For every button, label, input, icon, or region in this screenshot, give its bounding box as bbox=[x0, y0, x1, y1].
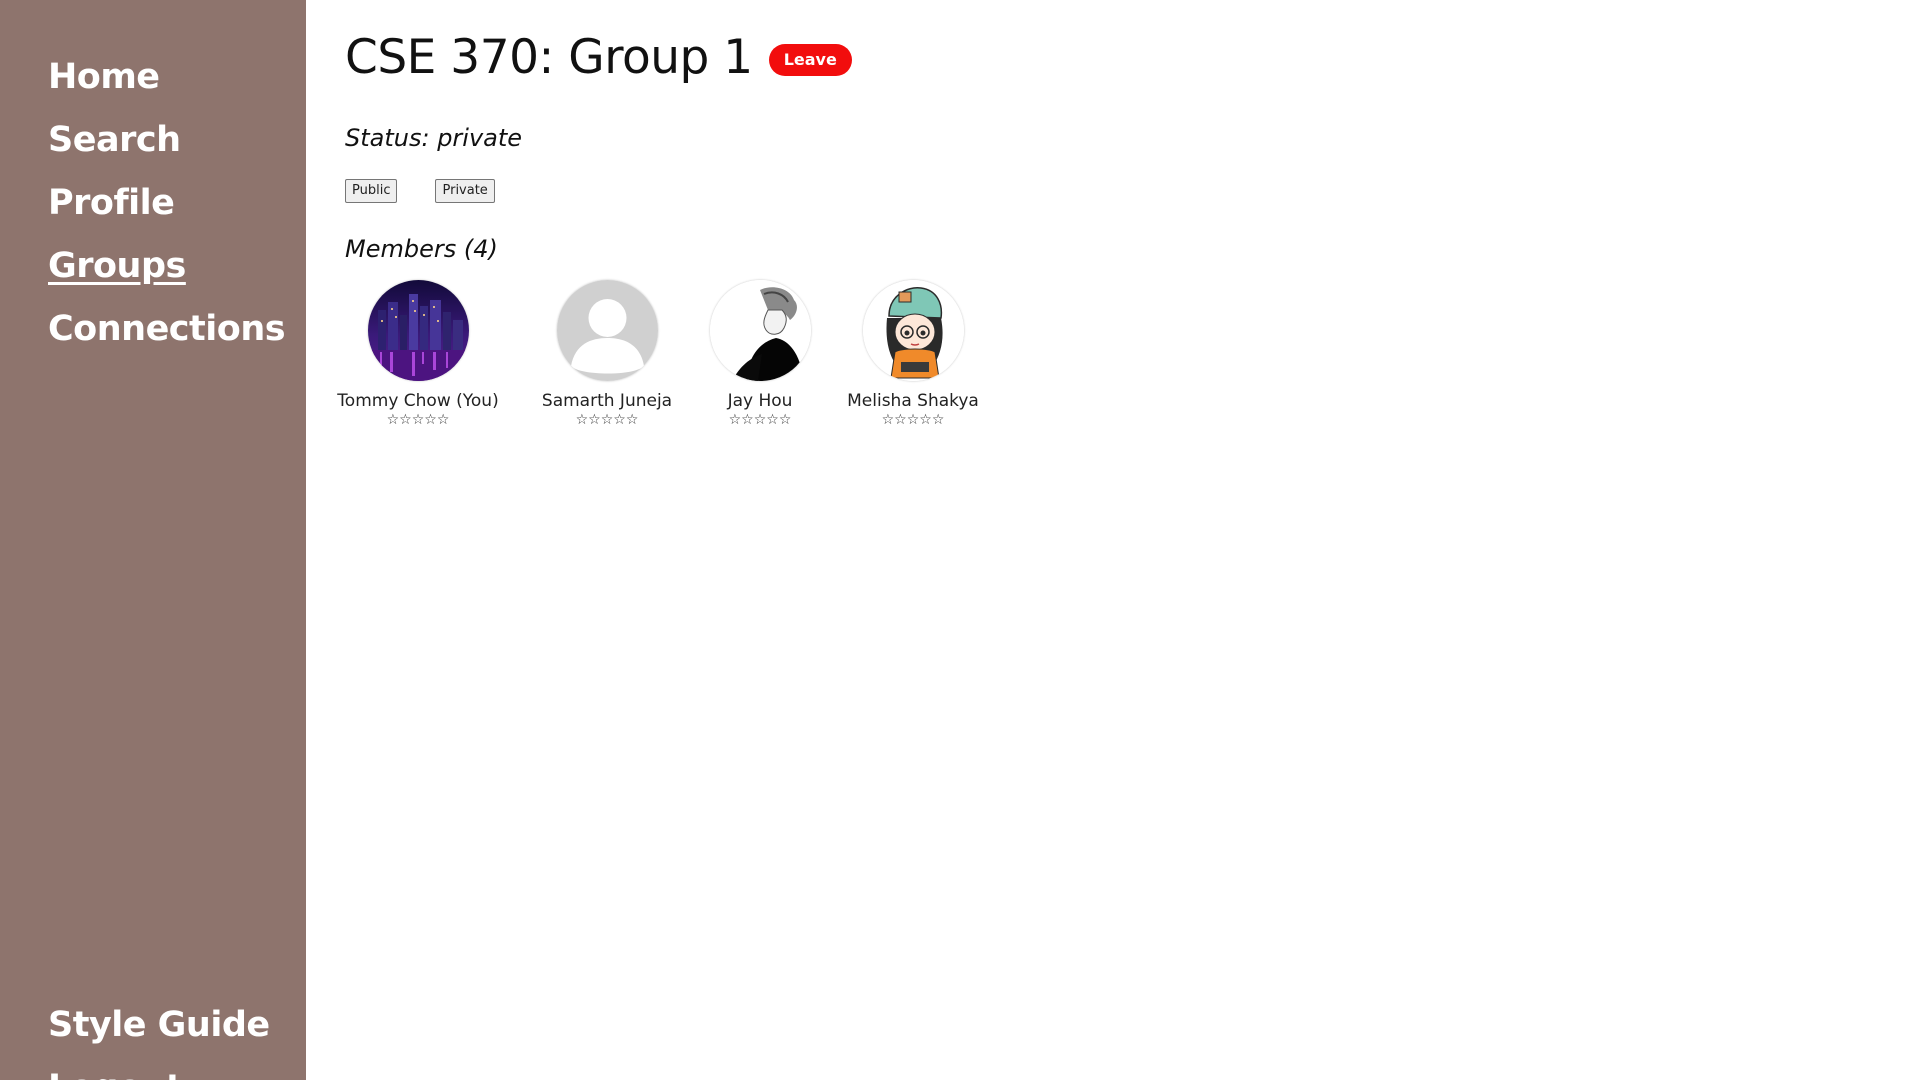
sidebar-item-logout[interactable]: Logout bbox=[48, 1057, 270, 1080]
sidebar-item-search[interactable]: Search bbox=[48, 109, 285, 172]
page-title: CSE 370: Group 1 bbox=[345, 30, 753, 85]
members-heading: Members (4) bbox=[345, 235, 498, 263]
sidebar-item-style-guide[interactable]: Style Guide bbox=[48, 994, 270, 1057]
member-card[interactable]: Tommy Chow (You) ☆☆☆☆☆ bbox=[323, 280, 513, 428]
star-rating: ☆☆☆☆☆ bbox=[386, 412, 450, 428]
sidebar-item-profile[interactable]: Profile bbox=[48, 172, 285, 235]
sidebar-item-groups[interactable]: Groups bbox=[48, 235, 285, 298]
group-status: Status: private bbox=[345, 124, 523, 152]
star-rating: ☆☆☆☆☆ bbox=[881, 412, 945, 428]
member-card[interactable]: Melisha Shakya ☆☆☆☆☆ bbox=[818, 280, 1008, 428]
default-user-avatar[interactable] bbox=[556, 280, 658, 381]
leave-button[interactable]: Leave bbox=[768, 43, 852, 76]
sidebar-item-home[interactable]: Home bbox=[48, 46, 285, 109]
public-button[interactable]: Public bbox=[345, 179, 398, 203]
sidebar-nav: Home Search Profile Groups Connections bbox=[48, 46, 286, 361]
member-name[interactable]: Tommy Chow (You) bbox=[323, 391, 513, 411]
portrait-sketch-avatar[interactable] bbox=[709, 280, 811, 381]
city-night-avatar[interactable] bbox=[367, 280, 469, 381]
title-row: CSE 370: Group 1 Leave bbox=[345, 30, 852, 85]
private-button[interactable]: Private bbox=[435, 179, 495, 203]
privacy-buttons: Public Private bbox=[345, 179, 495, 203]
sidebar-item-connections[interactable]: Connections bbox=[48, 298, 286, 361]
sidebar-bottom-nav: Style Guide Logout bbox=[48, 994, 270, 1080]
cartoon-girl-avatar[interactable] bbox=[862, 280, 964, 381]
member-name[interactable]: Melisha Shakya bbox=[818, 391, 1008, 411]
sidebar: Home Search Profile Groups Connections S… bbox=[0, 0, 306, 1080]
